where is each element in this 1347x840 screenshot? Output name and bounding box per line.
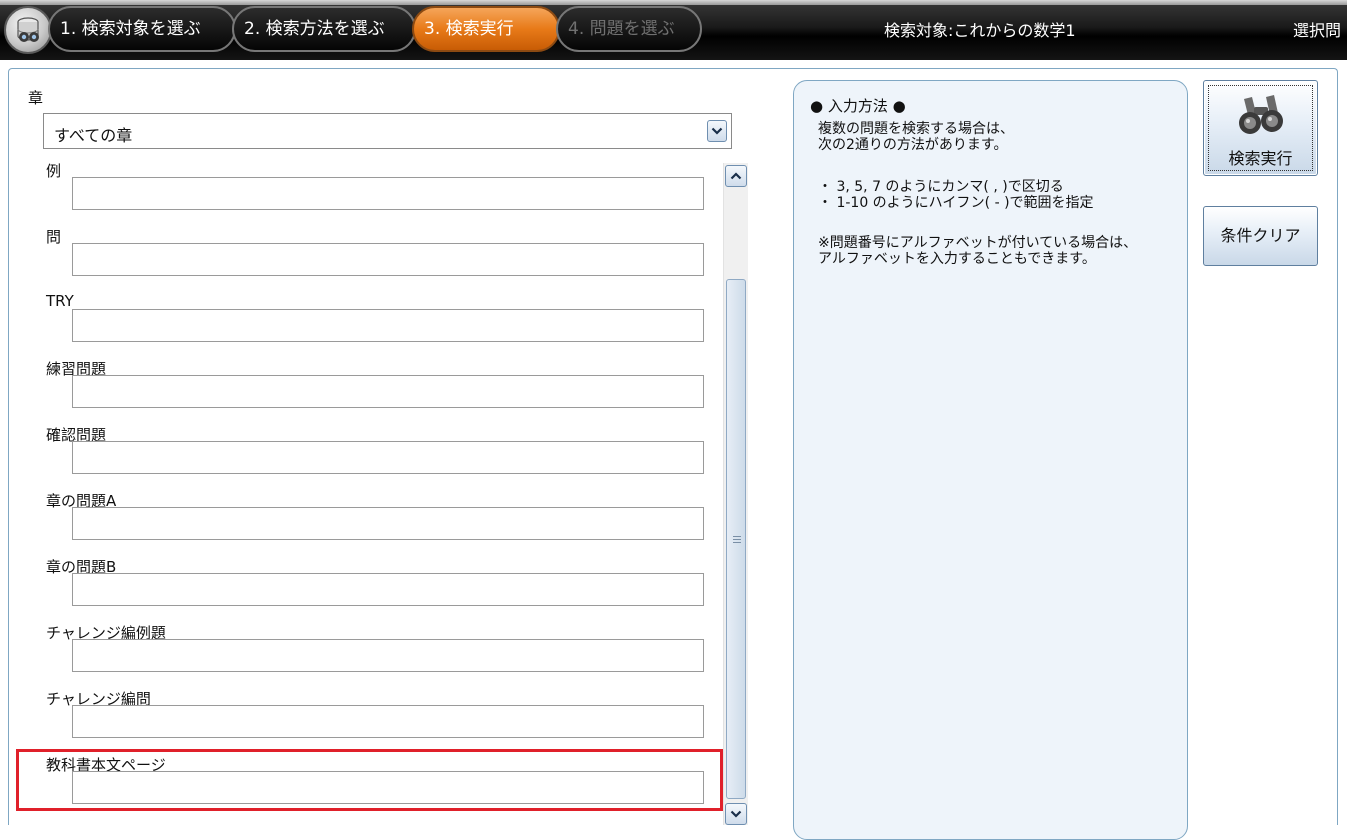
help-line: 複数の問題を検索する場合は、 — [818, 121, 1014, 137]
step-3-label: 3. 検索実行 — [424, 19, 514, 39]
scroll-down-button[interactable] — [725, 803, 747, 825]
scroll-thumb[interactable] — [726, 279, 746, 799]
search-button-label: 検索実行 — [1228, 149, 1293, 168]
chapter-problem-b-input[interactable] — [72, 573, 704, 606]
chevron-up-icon — [730, 172, 742, 180]
step-1-label: 1. 検索対象を選ぶ — [60, 19, 201, 39]
chevron-down-icon — [730, 810, 742, 818]
step-1-select-target[interactable]: 1. 検索対象を選ぶ — [48, 6, 236, 52]
field-label-try: TRY — [46, 292, 74, 310]
clear-conditions-button[interactable]: 条件クリア — [1203, 206, 1318, 266]
dropdown-button[interactable] — [707, 120, 727, 142]
search-execute-button[interactable]: 検索実行 — [1203, 80, 1318, 176]
chapter-label: 章 — [28, 89, 44, 107]
textbook-page-input[interactable] — [72, 771, 704, 804]
binoculars-icon — [1239, 95, 1283, 134]
chapter-problem-a-input[interactable] — [72, 507, 704, 540]
chapter-dropdown-value: すべての章 — [54, 126, 133, 145]
selected-problems-label: 選択問 — [1293, 21, 1342, 40]
field-label-example: 例 — [46, 162, 62, 180]
grip-icon — [733, 536, 741, 545]
review-number-input[interactable] — [72, 441, 704, 474]
example-number-input[interactable] — [72, 177, 704, 210]
help-line: ・ 3, 5, 7 のようにカンマ( , )で区切る — [818, 179, 1064, 195]
form-scrollbar[interactable] — [723, 163, 748, 825]
challenge-example-input[interactable] — [72, 639, 704, 672]
step-4-label: 4. 問題を選ぶ — [568, 19, 675, 39]
step-2-select-method[interactable]: 2. 検索方法を選ぶ — [232, 6, 416, 52]
step-2-label: 2. 検索方法を選ぶ — [244, 19, 385, 39]
step-4-select-problem[interactable]: 4. 問題を選ぶ — [556, 6, 702, 52]
help-line: ・ 1-10 のようにハイフン( - )で範囲を指定 — [818, 195, 1094, 211]
help-title: ● 入力方法 ● — [810, 97, 906, 115]
help-line: ※問題番号にアルファベットが付いている場合は、 — [818, 235, 1138, 251]
field-label-question: 問 — [46, 228, 62, 246]
database-search-icon — [17, 17, 39, 42]
try-number-input[interactable] — [72, 309, 704, 342]
home-button[interactable] — [4, 6, 52, 54]
search-target-label: 検索対象:これからの数学1 — [884, 21, 1076, 40]
wizard-step-bar: 1. 検索対象を選ぶ 2. 検索方法を選ぶ 3. 検索実行 4. 問題を選ぶ 検… — [0, 0, 1347, 60]
challenge-question-input[interactable] — [72, 705, 704, 738]
help-line: アルファベットを入力することもできます。 — [818, 251, 1096, 267]
practice-number-input[interactable] — [72, 375, 704, 408]
question-number-input[interactable] — [72, 243, 704, 276]
input-help-panel: ● 入力方法 ● 複数の問題を検索する場合は、 次の2通りの方法があります。 ・… — [793, 80, 1188, 840]
chevron-down-icon — [711, 127, 723, 135]
chapter-dropdown[interactable]: すべての章 — [43, 113, 732, 149]
help-line: 次の2通りの方法があります。 — [818, 137, 1008, 153]
step-3-run-search[interactable]: 3. 検索実行 — [412, 6, 560, 52]
top-strip — [0, 0, 1347, 5]
scroll-up-button[interactable] — [725, 165, 747, 187]
